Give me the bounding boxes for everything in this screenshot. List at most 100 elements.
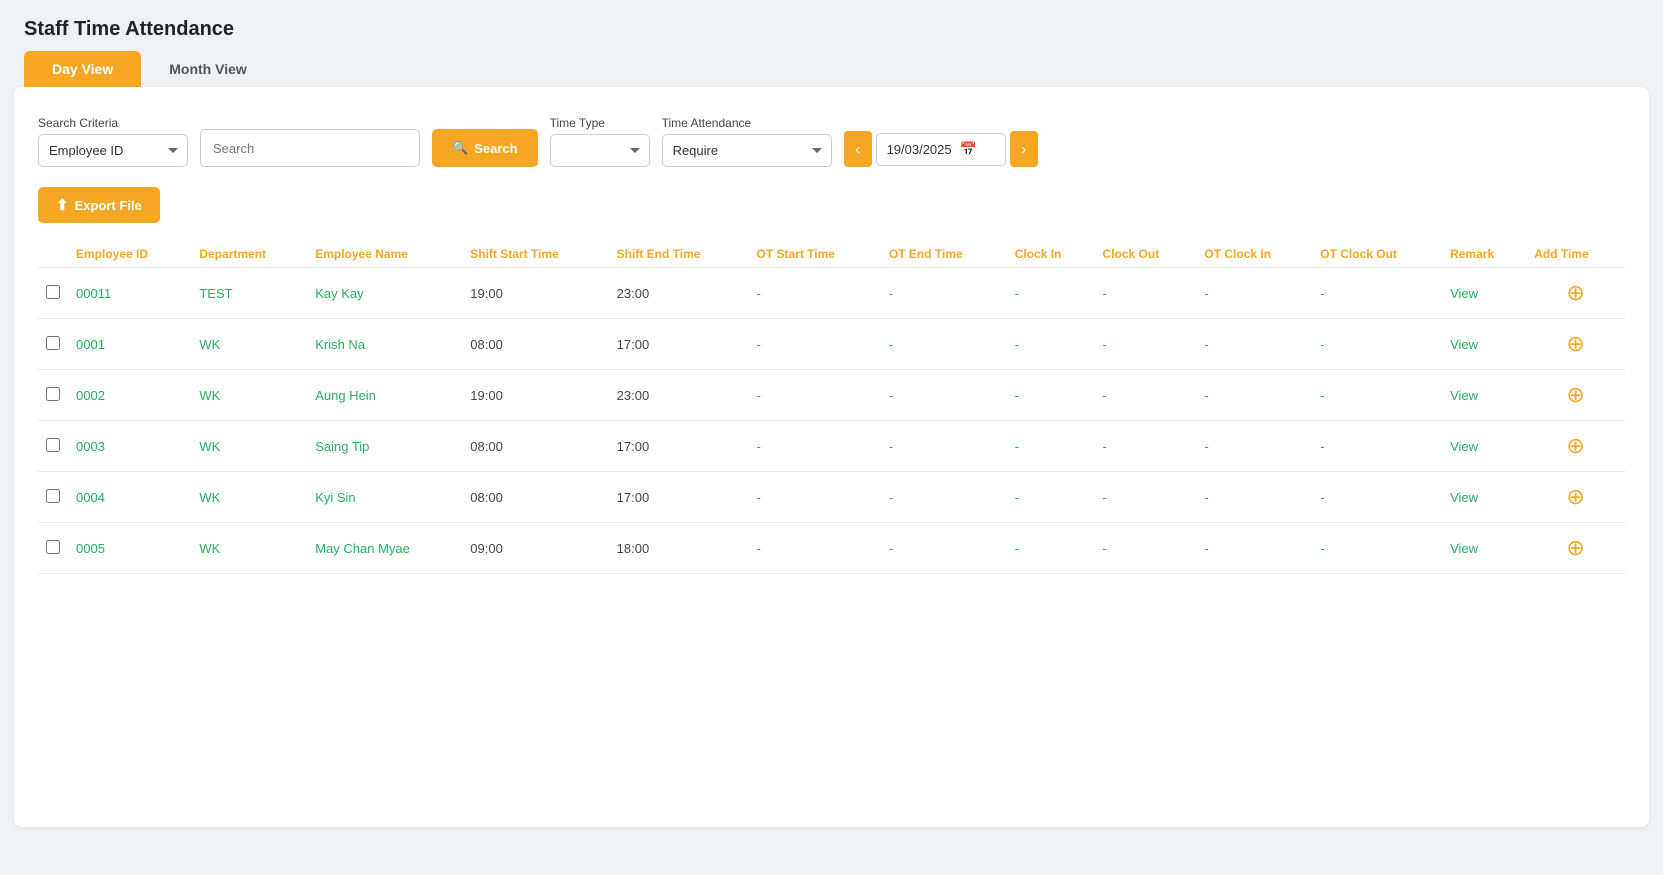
th-employee-id: Employee ID — [68, 241, 191, 268]
attendance-table-wrap: Employee ID Department Employee Name Shi… — [38, 241, 1625, 574]
row-checkbox[interactable] — [46, 285, 60, 299]
cell-ot-start: - — [749, 421, 881, 472]
cell-remark-view[interactable]: View — [1442, 268, 1526, 319]
cell-add-time[interactable]: ⊕ — [1526, 268, 1625, 319]
search-icon: 🔍 — [452, 140, 468, 156]
tabs-bar: Day View Month View — [0, 51, 1663, 87]
cell-ot-end: - — [881, 421, 1007, 472]
cell-shift-end: 23:00 — [609, 370, 749, 421]
cell-ot-clock-in: - — [1196, 268, 1312, 319]
cell-ot-end: - — [881, 472, 1007, 523]
search-input[interactable] — [200, 129, 420, 167]
prev-date-button[interactable]: ‹ — [844, 131, 872, 167]
cell-remark-view[interactable]: View — [1442, 472, 1526, 523]
search-criteria-label: Search Criteria — [38, 116, 188, 130]
cell-ot-clock-in: - — [1196, 421, 1312, 472]
cell-add-time[interactable]: ⊕ — [1526, 523, 1625, 574]
cell-name: May Chan Myae — [307, 523, 462, 574]
row-checkbox-cell[interactable] — [38, 523, 68, 574]
cell-remark-view[interactable]: View — [1442, 523, 1526, 574]
row-checkbox[interactable] — [46, 387, 60, 401]
cell-ot-clock-in: - — [1196, 472, 1312, 523]
cell-add-time[interactable]: ⊕ — [1526, 421, 1625, 472]
tab-day-view[interactable]: Day View — [24, 51, 141, 87]
cell-ot-clock-in: - — [1196, 523, 1312, 574]
cell-clock-in: - — [1007, 319, 1095, 370]
filter-row: Search Criteria Employee ID 🔍 Search Tim… — [38, 111, 1625, 167]
cell-clock-out: - — [1095, 421, 1197, 472]
cell-ot-start: - — [749, 370, 881, 421]
cell-ot-end: - — [881, 523, 1007, 574]
cell-shift-start: 09:00 — [462, 523, 608, 574]
cell-name: Kyi Sin — [307, 472, 462, 523]
date-display: 19/03/2025 📅 — [876, 133, 1006, 166]
row-checkbox-cell[interactable] — [38, 319, 68, 370]
row-checkbox-cell[interactable] — [38, 370, 68, 421]
cell-shift-start: 19:00 — [462, 268, 608, 319]
th-shift-start: Shift Start Time — [462, 241, 608, 268]
cell-shift-end: 17:00 — [609, 421, 749, 472]
cell-name: Aung Hein — [307, 370, 462, 421]
cell-clock-in: - — [1007, 472, 1095, 523]
row-checkbox-cell[interactable] — [38, 472, 68, 523]
calendar-icon[interactable]: 📅 — [960, 141, 977, 158]
table-row: 0004 WK Kyi Sin 08:00 17:00 - - - - - - … — [38, 472, 1625, 523]
row-checkbox-cell[interactable] — [38, 268, 68, 319]
time-type-select[interactable] — [550, 134, 650, 167]
cell-ot-end: - — [881, 268, 1007, 319]
cell-dept: WK — [191, 421, 307, 472]
search-btn-label: Search — [474, 141, 517, 156]
row-checkbox-cell[interactable] — [38, 421, 68, 472]
th-remark: Remark — [1442, 241, 1526, 268]
cell-shift-end: 23:00 — [609, 268, 749, 319]
row-checkbox[interactable] — [46, 336, 60, 350]
cell-ot-clock-out: - — [1312, 370, 1442, 421]
next-date-button[interactable]: › — [1010, 131, 1038, 167]
cell-clock-in: - — [1007, 268, 1095, 319]
cell-emp-id: 0004 — [68, 472, 191, 523]
table-row: 0003 WK Saing Tip 08:00 17:00 - - - - - … — [38, 421, 1625, 472]
tab-month-view[interactable]: Month View — [141, 51, 275, 87]
th-checkbox — [38, 241, 68, 268]
cell-remark-view[interactable]: View — [1442, 421, 1526, 472]
cell-remark-view[interactable]: View — [1442, 370, 1526, 421]
th-employee-name: Employee Name — [307, 241, 462, 268]
th-ot-clock-out: OT Clock Out — [1312, 241, 1442, 268]
time-type-group: Time Type — [550, 116, 650, 167]
th-add-time: Add Time — [1526, 241, 1625, 268]
cell-shift-start: 08:00 — [462, 421, 608, 472]
search-criteria-group: Search Criteria Employee ID — [38, 116, 188, 167]
export-file-button[interactable]: ⬆ Export File — [38, 187, 160, 223]
cell-add-time[interactable]: ⊕ — [1526, 319, 1625, 370]
cell-clock-out: - — [1095, 370, 1197, 421]
cell-shift-end: 18:00 — [609, 523, 749, 574]
cell-add-time[interactable]: ⊕ — [1526, 472, 1625, 523]
search-input-group — [200, 111, 420, 167]
cell-dept: WK — [191, 472, 307, 523]
cell-dept: WK — [191, 523, 307, 574]
th-department: Department — [191, 241, 307, 268]
cell-add-time[interactable]: ⊕ — [1526, 370, 1625, 421]
cell-name: Saing Tip — [307, 421, 462, 472]
page-title: Staff Time Attendance — [0, 0, 1663, 51]
cell-ot-clock-out: - — [1312, 472, 1442, 523]
search-button[interactable]: 🔍 Search — [432, 129, 538, 167]
row-checkbox[interactable] — [46, 489, 60, 503]
cell-shift-end: 17:00 — [609, 472, 749, 523]
row-checkbox[interactable] — [46, 438, 60, 452]
th-clock-in: Clock In — [1007, 241, 1095, 268]
cell-emp-id: 0005 — [68, 523, 191, 574]
cell-ot-clock-in: - — [1196, 370, 1312, 421]
search-btn-group: 🔍 Search — [432, 111, 538, 167]
search-criteria-select[interactable]: Employee ID — [38, 134, 188, 167]
cell-dept: TEST — [191, 268, 307, 319]
cell-ot-start: - — [749, 472, 881, 523]
row-checkbox[interactable] — [46, 540, 60, 554]
date-nav-group: ‹ 19/03/2025 📅 › — [844, 113, 1038, 167]
cell-clock-in: - — [1007, 370, 1095, 421]
cell-remark-view[interactable]: View — [1442, 319, 1526, 370]
th-ot-clock-in: OT Clock In — [1196, 241, 1312, 268]
time-attendance-select[interactable]: Require — [662, 134, 832, 167]
cell-emp-id: 0001 — [68, 319, 191, 370]
cell-ot-start: - — [749, 268, 881, 319]
